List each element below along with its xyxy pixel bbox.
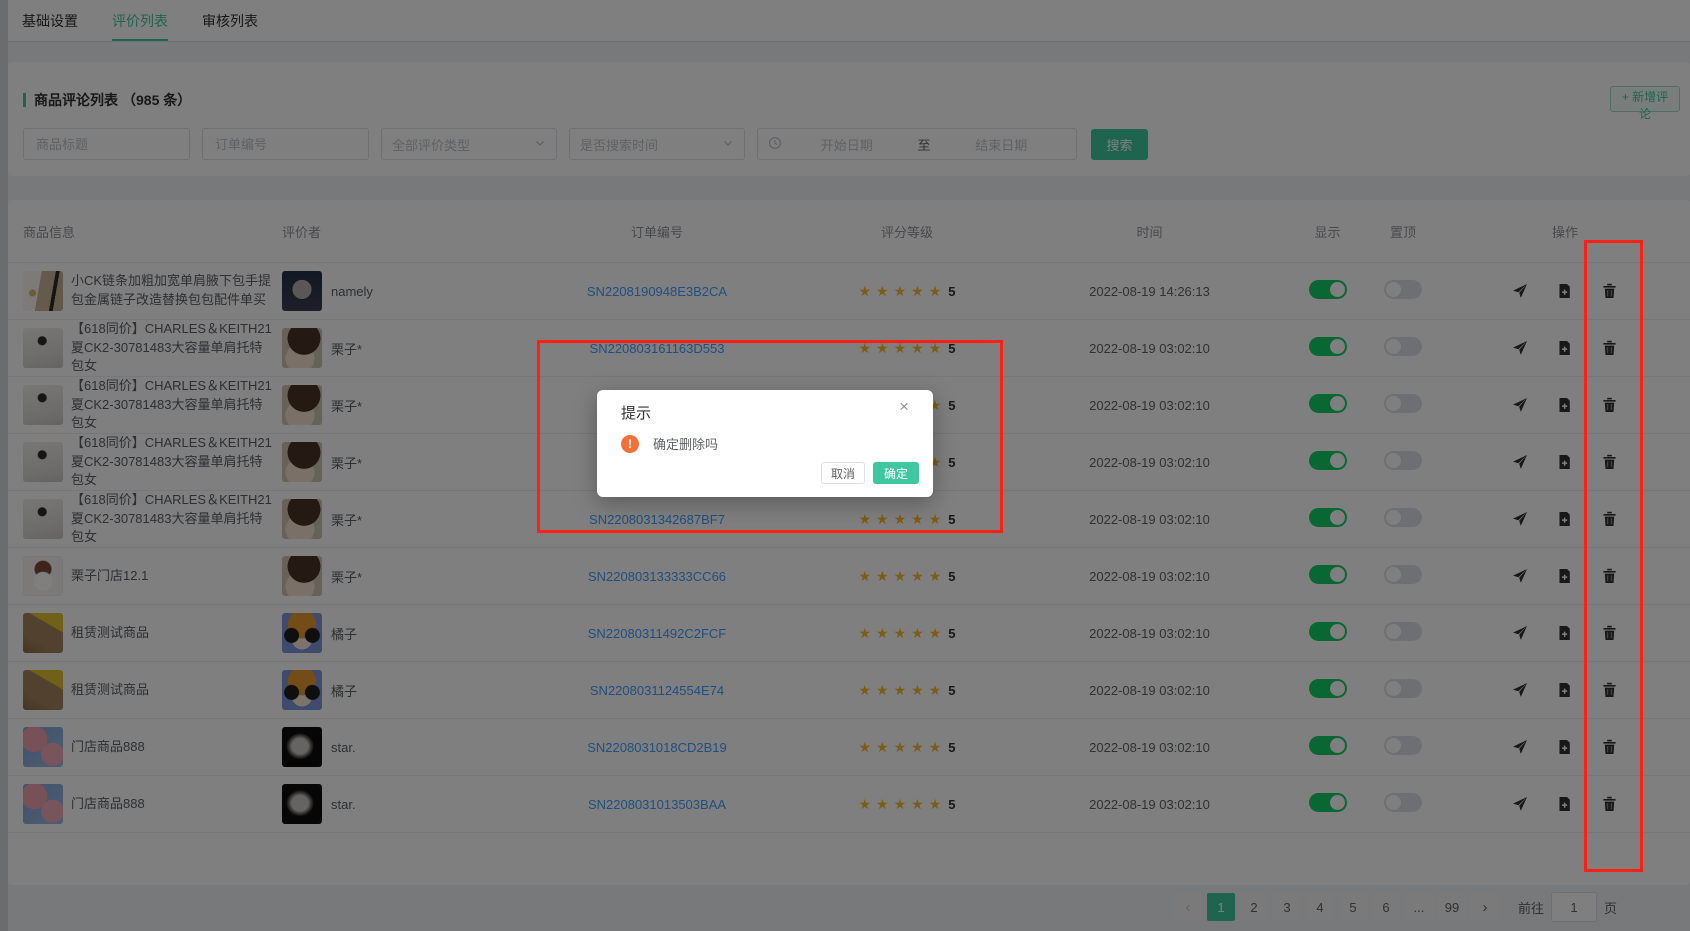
close-icon[interactable]: ×: [899, 398, 909, 415]
cancel-button[interactable]: 取消: [821, 462, 865, 484]
dialog-buttons: 取消 确定: [821, 462, 919, 484]
dialog-message: 确定删除吗: [653, 437, 719, 452]
confirm-button[interactable]: 确定: [873, 462, 919, 484]
warning-icon: !: [621, 434, 639, 453]
dialog-body: ! 确定删除吗: [621, 434, 718, 453]
dialog-title: 提示: [621, 405, 652, 422]
confirm-delete-dialog: 提示 × ! 确定删除吗 取消 确定: [597, 390, 933, 497]
